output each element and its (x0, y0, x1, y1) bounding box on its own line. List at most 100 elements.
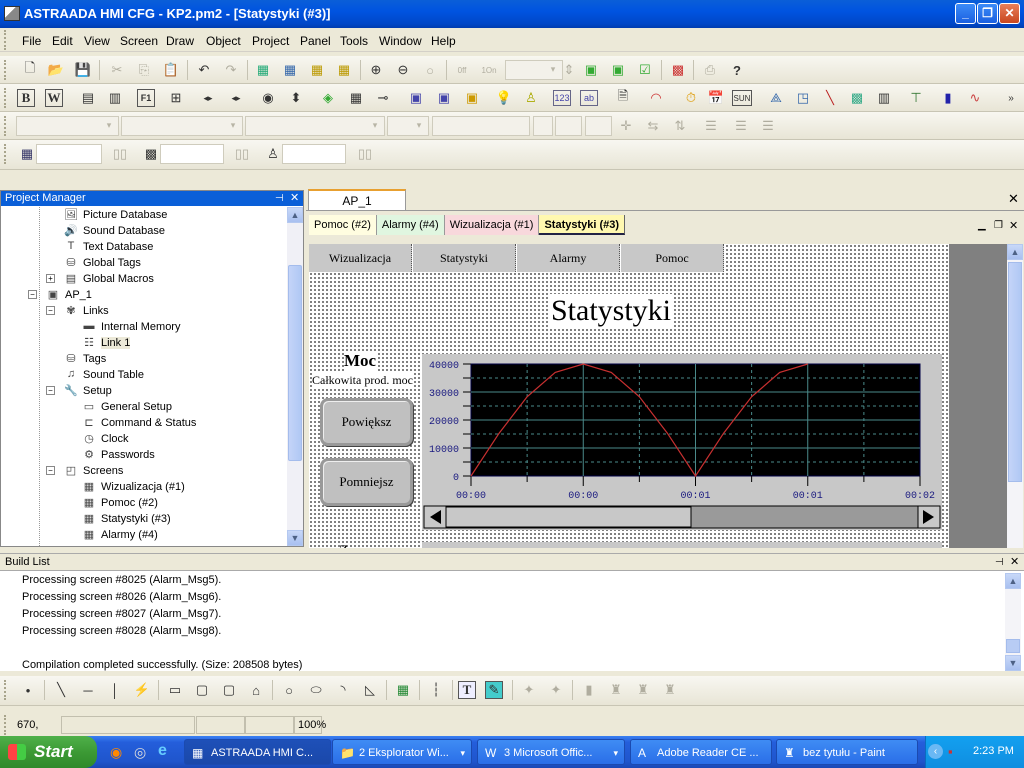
pin-icon[interactable]: ⊣ (275, 191, 284, 206)
animation-icon[interactable]: ╲ (819, 87, 841, 109)
tag-picker-3[interactable]: ▯▯ (348, 143, 382, 165)
film-icon[interactable]: ▥ (873, 87, 895, 109)
collapse-icon[interactable]: − (46, 306, 55, 315)
tree-item[interactable]: ▦ Statystyki (#3) (81, 511, 171, 527)
selector-icon[interactable]: ▦ (345, 87, 367, 109)
toolbar-grip[interactable] (4, 715, 10, 735)
menu-file[interactable]: File (22, 34, 41, 48)
tree-item[interactable]: ♫ Sound Table (63, 367, 144, 383)
color-table-icon[interactable]: ▦ (392, 679, 414, 701)
bring-forward-icon[interactable]: ♜ (605, 679, 627, 701)
vertical-line-icon[interactable]: │ (104, 679, 126, 701)
fg-color-button[interactable] (533, 116, 553, 136)
previous-screen-icon[interactable]: ▦ (306, 59, 328, 81)
valve-icon[interactable]: ⊤ (905, 87, 927, 109)
scroll-thumb[interactable] (288, 265, 302, 461)
clock[interactable]: 2:23 PM (973, 745, 1014, 757)
tree-item[interactable]: ⛁ Global Tags (63, 255, 141, 271)
canvas-scroll-up[interactable]: ▲ (1007, 244, 1023, 260)
pie-icon[interactable]: ◺ (359, 679, 381, 701)
tree-item[interactable]: + ▤ Global Macros (46, 271, 154, 287)
tree-item[interactable]: ▦ Pomoc (#2) (81, 495, 158, 511)
scroll-up-arrow[interactable]: ▲ (287, 207, 303, 223)
toolbar-grip[interactable] (4, 116, 10, 136)
simulate-icon[interactable]: ▩ (667, 59, 689, 81)
build-scroll-down[interactable]: ▼ (1005, 655, 1021, 671)
build-scrollbar[interactable]: ▲ ▼ (1005, 573, 1021, 671)
close-panel-icon[interactable]: ✕ (290, 191, 299, 206)
download-icon[interactable]: ▣ (607, 59, 629, 81)
pattern-button[interactable] (585, 116, 612, 136)
taskbar-task[interactable]: ▦ ASTRAADA HMI C... (184, 739, 331, 765)
step-button-2-icon[interactable]: ◂▸ (225, 87, 247, 109)
undo-icon[interactable]: ↶ (193, 59, 215, 81)
line-icon[interactable]: ╲ (50, 679, 72, 701)
collapse-icon[interactable]: − (46, 386, 55, 395)
compile-icon[interactable]: ▣ (580, 59, 602, 81)
tag-picker-2[interactable]: ▯▯ (225, 143, 259, 165)
polyline-icon[interactable]: ⚡ (131, 679, 153, 701)
screen-tab[interactable]: Statystyki (#3) (539, 215, 626, 235)
task-dropdown-icon[interactable]: ▾ (613, 740, 618, 766)
firefox-icon[interactable]: ◉ (110, 744, 122, 761)
grid-icon[interactable]: ⊞ (165, 87, 187, 109)
print-icon[interactable]: ⎙ (699, 59, 721, 81)
multi-state-indicator-icon[interactable]: ♙ (520, 87, 542, 109)
scroll-down-arrow[interactable]: ▼ (287, 530, 303, 546)
expand-icon[interactable]: + (46, 274, 55, 283)
bg-color-button[interactable] (555, 116, 582, 136)
bring-to-front-icon[interactable]: ▮ (578, 679, 600, 701)
build-pin-icon[interactable]: ⊣ (995, 554, 1004, 571)
taskbar-task[interactable]: 📁 2 Eksplorator Wi... ▾ (332, 739, 472, 765)
minimize-button[interactable]: _ (955, 3, 976, 24)
tree-item[interactable]: ▦ Alarmy (#4) (81, 527, 158, 543)
ellipse-icon[interactable]: ⬭ (305, 679, 327, 701)
font-combo[interactable]: ▾ (16, 116, 119, 136)
menu-edit[interactable]: Edit (52, 34, 73, 48)
tree-item[interactable]: − 🔧 Setup (46, 383, 112, 399)
tree-item[interactable]: ▭ General Setup (81, 399, 172, 415)
line-width-combo[interactable]: ▾ (387, 116, 429, 136)
panel-tab-ap1[interactable]: AP_1 (308, 189, 406, 211)
align-objects-icon[interactable]: ✦ (518, 679, 540, 701)
graphic-tool-icon[interactable]: ⟁ (765, 87, 787, 109)
menu-panel[interactable]: Panel (300, 34, 331, 48)
multi-state-switch-icon[interactable]: ▤ (77, 87, 99, 109)
nav-button-wizualizacja[interactable]: Wizualizacja (309, 244, 412, 272)
canvas-scrollbar[interactable]: ▲ (1007, 244, 1023, 548)
style-combo[interactable]: ▾ (245, 116, 385, 136)
network-icon[interactable]: ▪ (948, 744, 953, 759)
font-size-combo[interactable]: ▾ (121, 116, 243, 136)
radio-button-icon[interactable]: ◉ (257, 87, 279, 109)
picture-switch-icon[interactable]: ▥ (104, 87, 126, 109)
tag-picker-1[interactable]: ▯▯ (103, 143, 137, 165)
screen-properties-icon[interactable]: ▦ (279, 59, 301, 81)
menu-view[interactable]: View (84, 34, 110, 48)
value-field[interactable] (432, 116, 530, 136)
vertical-flip-icon[interactable]: ⇅ (669, 115, 691, 137)
save-icon[interactable]: 💾 (72, 59, 94, 81)
pipe-icon[interactable]: ▩ (846, 87, 868, 109)
character-entry-icon[interactable]: ▣ (461, 87, 483, 109)
align-right-icon[interactable]: ☰ (757, 115, 779, 137)
ungroup-icon[interactable]: ♜ (659, 679, 681, 701)
screen-tab[interactable]: Pomoc (#2) (309, 215, 377, 235)
horizontal-flip-icon[interactable]: ⇆ (642, 115, 664, 137)
off-state-icon[interactable]: 0ff (451, 59, 473, 81)
on-state-icon[interactable]: 1On (478, 59, 500, 81)
add-screen-icon[interactable]: ▦ (252, 59, 274, 81)
show-hidden-icons[interactable]: ‹ (928, 744, 943, 759)
tree-scrollbar[interactable]: ▲ ▼ (287, 207, 303, 546)
menu-draw[interactable]: Draw (166, 34, 194, 48)
scroll-button-icon[interactable]: ⬍ (285, 87, 307, 109)
toolbar-grip[interactable] (4, 144, 10, 164)
copy-icon[interactable]: ⎘ (133, 59, 155, 81)
user-icon[interactable]: ♙ (262, 143, 284, 165)
numeric-display-icon[interactable]: 123 (553, 90, 571, 106)
trend-graph[interactable]: 0 10000 20000 30000 40000 00:00 00:00 00:01 00:0… (422, 354, 942, 530)
check-icon[interactable]: ☑ (634, 59, 656, 81)
tree-item[interactable]: ⊏ Command & Status (81, 415, 196, 431)
numeric-entry-icon[interactable]: ▣ (405, 87, 427, 109)
message-display-icon[interactable]: 🗎 (612, 87, 634, 109)
cut-icon[interactable]: ✂ (106, 59, 128, 81)
